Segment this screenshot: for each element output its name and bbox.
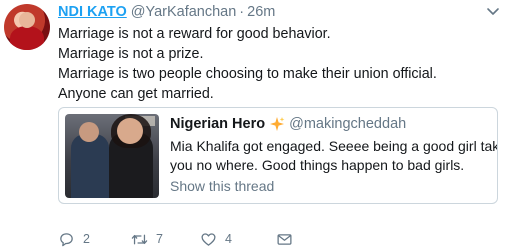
quoted-text-line: you no where. Good things happen to bad … [170,157,465,173]
author-avatar[interactable] [4,4,50,50]
tweet-text-line: Marriage is not a reward for good behavi… [58,26,331,42]
retweet-button[interactable]: 7 [131,229,163,249]
avatar-face [19,12,35,28]
quoted-tweet[interactable]: Nigerian Hero @makingcheddah Mia Khalifa… [58,107,498,204]
quoted-tweet-image[interactable] [65,114,159,198]
reply-button[interactable]: 2 [58,229,90,249]
tweet-text-line: Anyone can get married. [58,86,214,102]
like-button[interactable]: 4 [200,229,232,249]
quoted-tweet-header: Nigerian Hero @makingcheddah [170,116,406,132]
tweet-text-line: Marriage is two people choosing to make … [58,66,437,82]
quoted-author-handle: @makingcheddah [289,116,407,132]
heart-icon [201,232,216,246]
tweet-header: NDI KATO @YarKafanchan · 26m [58,3,275,21]
envelope-icon [277,233,292,245]
header-separator: · [239,4,245,20]
retweet-count: 7 [156,232,163,246]
retweet-icon [131,234,148,244]
author-handle[interactable]: @YarKafanchan [131,4,237,20]
avatar-figure [10,26,44,50]
tweet[interactable]: NDI KATO @YarKafanchan · 26m Marriage is… [0,0,514,251]
reply-count: 2 [83,232,90,246]
quoted-text-line: Mia Khalifa got engaged. Seeee being a g… [170,138,498,154]
tweet-timestamp[interactable]: 26m [247,4,275,20]
quoted-author-name: Nigerian Hero [170,116,266,132]
image-person-left [71,134,109,198]
author-name[interactable]: NDI KATO [58,4,127,20]
image-face-left [79,122,99,142]
image-face-right [117,118,143,144]
tweet-actions: 2 7 4 [58,229,498,249]
like-count: 4 [225,232,232,246]
show-thread-link[interactable]: Show this thread [170,178,274,194]
direct-message-button[interactable] [276,229,301,249]
sparkles-icon [270,117,285,131]
quoted-tweet-text: Mia Khalifa got engaged. Seeee being a g… [170,137,498,175]
caret-down-icon[interactable] [486,6,500,18]
tweet-text-line: Marriage is not a prize. [58,46,204,62]
tweet-text: Marriage is not a reward for good behavi… [58,24,498,104]
reply-icon [60,232,73,246]
